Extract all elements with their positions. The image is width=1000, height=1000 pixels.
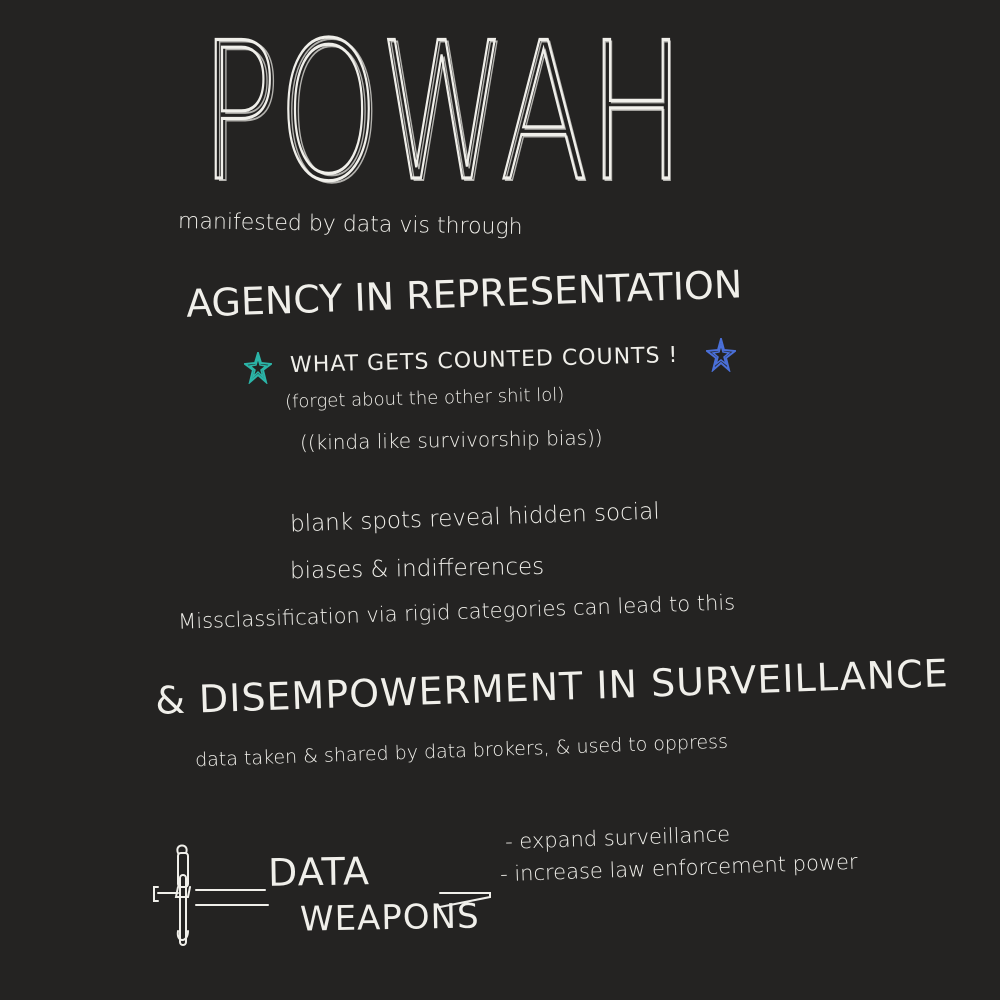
point-aside: (forget about the other shit lol)	[284, 384, 565, 413]
point-what-gets-counted: WHAT GETS COUNTED COUNTS !	[289, 342, 679, 379]
point-aside-2: ((kinda like survivorship bias))	[299, 425, 603, 455]
bullet-law-enforcement: - increase law enforcement power	[499, 849, 858, 887]
bullet-expand-surveillance: - expand surveillance	[504, 822, 731, 854]
section-heading-disempowerment: & DISEMPOWERMENT IN SURVEILLANCE	[154, 651, 950, 723]
star-icon	[242, 349, 274, 388]
page-title: POWAH POWAH	[198, 0, 700, 226]
point-data-brokers: data taken & shared by data brokers, & u…	[194, 730, 729, 772]
data-weapons-label-line2: WEAPONS	[299, 896, 480, 940]
section-heading-agency: AGENCY IN REPRESENTATION	[185, 262, 744, 326]
star-icon	[704, 335, 738, 376]
subtitle: manifested by data vis through	[177, 208, 523, 241]
point-blank-spots-line1: blank spots reveal hidden social	[289, 498, 661, 538]
data-weapons-label-line1: DATA	[267, 849, 371, 895]
title-text-shadow: POWAH	[204, 4, 686, 225]
bridge-text: Missclassification via rigid categories …	[177, 590, 736, 634]
point-blank-spots-line2: biases & indifferences	[289, 553, 545, 585]
